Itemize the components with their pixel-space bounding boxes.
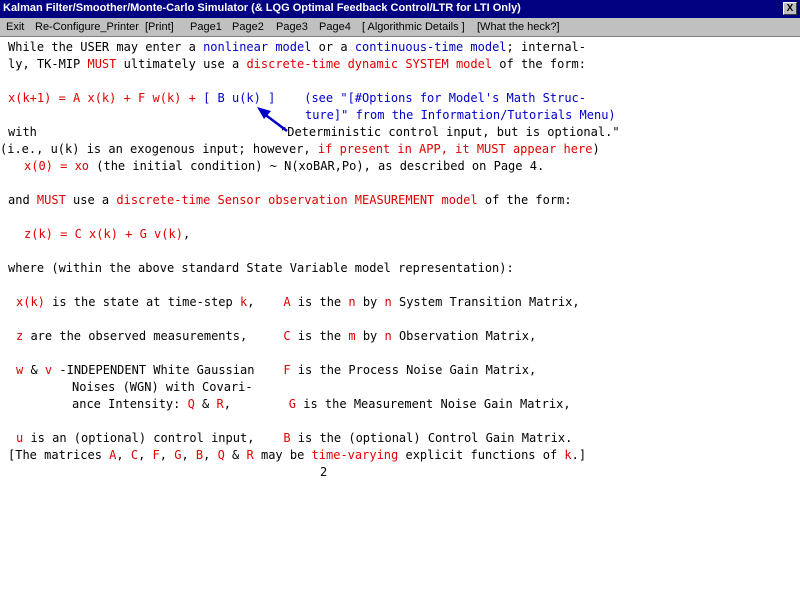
pointer-arrow-icon	[257, 107, 288, 132]
